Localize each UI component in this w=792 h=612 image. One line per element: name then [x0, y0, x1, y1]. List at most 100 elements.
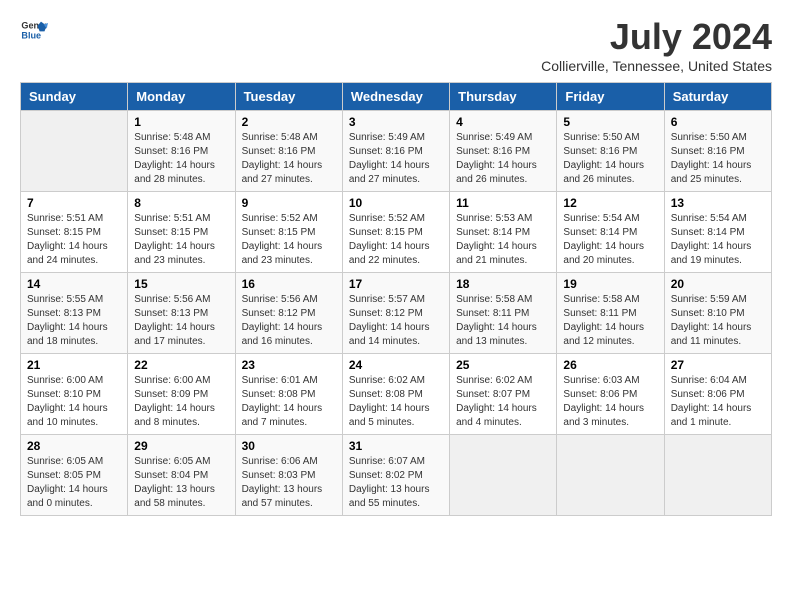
- calendar-cell: 21 Sunrise: 6:00 AM Sunset: 8:10 PM Dayli…: [21, 354, 128, 435]
- day-number: 30: [242, 439, 336, 453]
- day-number: 15: [134, 277, 228, 291]
- day-number: 6: [671, 115, 765, 129]
- day-info: Sunrise: 5:53 AM Sunset: 8:14 PM Dayligh…: [456, 212, 550, 268]
- calendar-cell: 26 Sunrise: 6:03 AM Sunset: 8:06 PM Dayli…: [557, 354, 664, 435]
- calendar-week-row: 1 Sunrise: 5:48 AM Sunset: 8:16 PM Daylig…: [21, 111, 772, 192]
- day-number: 4: [456, 115, 550, 129]
- weekday-header-saturday: Saturday: [664, 83, 771, 111]
- calendar-cell: 20 Sunrise: 5:59 AM Sunset: 8:10 PM Dayli…: [664, 273, 771, 354]
- day-info: Sunrise: 5:58 AM Sunset: 8:11 PM Dayligh…: [456, 293, 550, 349]
- day-number: 5: [563, 115, 657, 129]
- calendar-cell: 27Sunrise: 6:04 AM Sunset: 8:06 PM Dayli…: [664, 354, 771, 435]
- day-number: 3: [349, 115, 443, 129]
- weekday-header-sunday: Sunday: [21, 83, 128, 111]
- day-info: Sunrise: 6:02 AM Sunset: 8:07 PM Dayligh…: [456, 374, 550, 430]
- location: Collierville, Tennessee, United States: [541, 58, 772, 74]
- day-info: Sunrise: 6:05 AM Sunset: 8:05 PM Dayligh…: [27, 455, 121, 511]
- day-info: Sunrise: 5:52 AM Sunset: 8:15 PM Dayligh…: [349, 212, 443, 268]
- day-info: Sunrise: 5:49 AM Sunset: 8:16 PM Dayligh…: [456, 131, 550, 187]
- day-number: 1: [134, 115, 228, 129]
- calendar-cell: 30 Sunrise: 6:06 AM Sunset: 8:03 PM Dayli…: [235, 435, 342, 516]
- page-header: General Blue July 2024 Collierville, Ten…: [20, 16, 772, 74]
- day-number: 17: [349, 277, 443, 291]
- weekday-header-monday: Monday: [128, 83, 235, 111]
- day-info: Sunrise: 5:50 AM Sunset: 8:16 PM Dayligh…: [563, 131, 657, 187]
- calendar-week-row: 7 Sunrise: 5:51 AM Sunset: 8:15 PM Daylig…: [21, 192, 772, 273]
- day-number: 24: [349, 358, 443, 372]
- day-number: 21: [27, 358, 121, 372]
- calendar-cell: 23Sunrise: 6:01 AM Sunset: 8:08 PM Dayli…: [235, 354, 342, 435]
- day-info: Sunrise: 5:49 AM Sunset: 8:16 PM Dayligh…: [349, 131, 443, 187]
- day-info: Sunrise: 6:00 AM Sunset: 8:09 PM Dayligh…: [134, 374, 228, 430]
- calendar-cell: 6 Sunrise: 5:50 AM Sunset: 8:16 PM Daylig…: [664, 111, 771, 192]
- calendar-cell: 22 Sunrise: 6:00 AM Sunset: 8:09 PM Dayli…: [128, 354, 235, 435]
- day-number: 25: [456, 358, 550, 372]
- day-number: 7: [27, 196, 121, 210]
- day-number: 13: [671, 196, 765, 210]
- day-number: 22: [134, 358, 228, 372]
- calendar-cell: 17 Sunrise: 5:57 AM Sunset: 8:12 PM Dayli…: [342, 273, 449, 354]
- calendar-cell: 12Sunrise: 5:54 AM Sunset: 8:14 PM Dayli…: [557, 192, 664, 273]
- day-info: Sunrise: 5:48 AM Sunset: 8:16 PM Dayligh…: [134, 131, 228, 187]
- day-number: 31: [349, 439, 443, 453]
- day-info: Sunrise: 5:56 AM Sunset: 8:12 PM Dayligh…: [242, 293, 336, 349]
- day-info: Sunrise: 5:59 AM Sunset: 8:10 PM Dayligh…: [671, 293, 765, 349]
- day-info: Sunrise: 5:48 AM Sunset: 8:16 PM Dayligh…: [242, 131, 336, 187]
- day-info: Sunrise: 5:51 AM Sunset: 8:15 PM Dayligh…: [134, 212, 228, 268]
- day-info: Sunrise: 5:54 AM Sunset: 8:14 PM Dayligh…: [671, 212, 765, 268]
- calendar-cell: 28Sunrise: 6:05 AM Sunset: 8:05 PM Dayli…: [21, 435, 128, 516]
- calendar-week-row: 21 Sunrise: 6:00 AM Sunset: 8:10 PM Dayli…: [21, 354, 772, 435]
- day-number: 11: [456, 196, 550, 210]
- logo-icon: General Blue: [20, 16, 48, 44]
- day-info: Sunrise: 6:03 AM Sunset: 8:06 PM Dayligh…: [563, 374, 657, 430]
- day-number: 23: [242, 358, 336, 372]
- calendar-cell: 31Sunrise: 6:07 AM Sunset: 8:02 PM Dayli…: [342, 435, 449, 516]
- day-info: Sunrise: 6:02 AM Sunset: 8:08 PM Dayligh…: [349, 374, 443, 430]
- day-number: 8: [134, 196, 228, 210]
- day-info: Sunrise: 5:50 AM Sunset: 8:16 PM Dayligh…: [671, 131, 765, 187]
- calendar-cell: 7 Sunrise: 5:51 AM Sunset: 8:15 PM Daylig…: [21, 192, 128, 273]
- weekday-header-wednesday: Wednesday: [342, 83, 449, 111]
- day-info: Sunrise: 6:06 AM Sunset: 8:03 PM Dayligh…: [242, 455, 336, 511]
- day-info: Sunrise: 5:52 AM Sunset: 8:15 PM Dayligh…: [242, 212, 336, 268]
- day-info: Sunrise: 6:00 AM Sunset: 8:10 PM Dayligh…: [27, 374, 121, 430]
- calendar-cell: 13 Sunrise: 5:54 AM Sunset: 8:14 PM Dayli…: [664, 192, 771, 273]
- day-number: 26: [563, 358, 657, 372]
- calendar-cell: 2 Sunrise: 5:48 AM Sunset: 8:16 PM Daylig…: [235, 111, 342, 192]
- day-number: 16: [242, 277, 336, 291]
- logo: General Blue: [20, 16, 48, 44]
- day-number: 2: [242, 115, 336, 129]
- calendar-cell: [557, 435, 664, 516]
- day-info: Sunrise: 5:54 AM Sunset: 8:14 PM Dayligh…: [563, 212, 657, 268]
- calendar-cell: 8 Sunrise: 5:51 AM Sunset: 8:15 PM Daylig…: [128, 192, 235, 273]
- weekday-header-tuesday: Tuesday: [235, 83, 342, 111]
- day-info: Sunrise: 5:51 AM Sunset: 8:15 PM Dayligh…: [27, 212, 121, 268]
- day-number: 18: [456, 277, 550, 291]
- day-info: Sunrise: 5:58 AM Sunset: 8:11 PM Dayligh…: [563, 293, 657, 349]
- weekday-header-friday: Friday: [557, 83, 664, 111]
- calendar-cell: 4 Sunrise: 5:49 AM Sunset: 8:16 PM Daylig…: [450, 111, 557, 192]
- calendar-cell: 15Sunrise: 5:56 AM Sunset: 8:13 PM Dayli…: [128, 273, 235, 354]
- calendar-cell: 9 Sunrise: 5:52 AM Sunset: 8:15 PM Daylig…: [235, 192, 342, 273]
- calendar-cell: [21, 111, 128, 192]
- calendar-week-row: 28Sunrise: 6:05 AM Sunset: 8:05 PM Dayli…: [21, 435, 772, 516]
- calendar-cell: 14 Sunrise: 5:55 AM Sunset: 8:13 PM Dayli…: [21, 273, 128, 354]
- day-info: Sunrise: 6:05 AM Sunset: 8:04 PM Dayligh…: [134, 455, 228, 511]
- day-number: 29: [134, 439, 228, 453]
- day-number: 9: [242, 196, 336, 210]
- calendar-cell: 29 Sunrise: 6:05 AM Sunset: 8:04 PM Dayli…: [128, 435, 235, 516]
- day-number: 27: [671, 358, 765, 372]
- day-number: 19: [563, 277, 657, 291]
- day-number: 14: [27, 277, 121, 291]
- title-block: July 2024 Collierville, Tennessee, Unite…: [541, 16, 772, 74]
- weekday-header-row: SundayMondayTuesdayWednesdayThursdayFrid…: [21, 83, 772, 111]
- day-info: Sunrise: 5:57 AM Sunset: 8:12 PM Dayligh…: [349, 293, 443, 349]
- day-info: Sunrise: 5:55 AM Sunset: 8:13 PM Dayligh…: [27, 293, 121, 349]
- calendar-cell: 25 Sunrise: 6:02 AM Sunset: 8:07 PM Dayli…: [450, 354, 557, 435]
- calendar-cell: 10Sunrise: 5:52 AM Sunset: 8:15 PM Dayli…: [342, 192, 449, 273]
- svg-text:Blue: Blue: [21, 30, 41, 40]
- day-number: 20: [671, 277, 765, 291]
- calendar-cell: 1 Sunrise: 5:48 AM Sunset: 8:16 PM Daylig…: [128, 111, 235, 192]
- calendar-cell: 24 Sunrise: 6:02 AM Sunset: 8:08 PM Dayli…: [342, 354, 449, 435]
- calendar-cell: [450, 435, 557, 516]
